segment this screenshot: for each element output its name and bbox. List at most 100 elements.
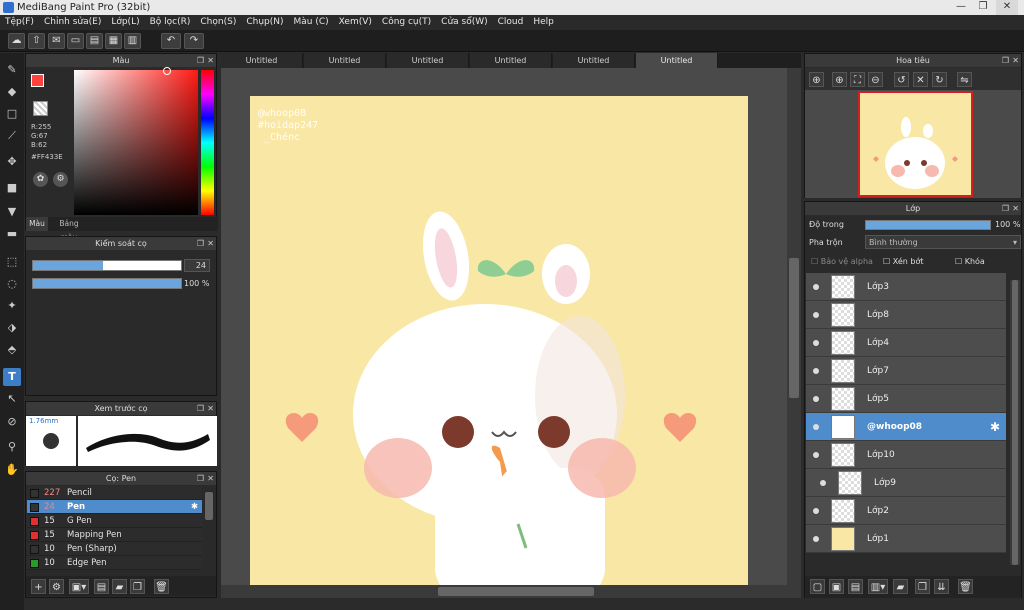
brush-size-slider[interactable] [32,260,182,271]
layer-item[interactable]: Lớp10 [806,441,1006,469]
close-icon[interactable]: ✕ [207,54,214,67]
flip-icon[interactable]: ⇋ [957,72,972,87]
add-layer-dropdown-icon[interactable]: ▥▾ [868,579,888,594]
redo-icon[interactable]: ↷ [184,33,204,49]
visibility-icon[interactable] [813,536,819,542]
layer-item[interactable]: Lớp1 [806,525,1006,553]
zoom-in-icon[interactable]: ⊕ [809,72,824,87]
gradient-tool-icon[interactable]: ▬ [3,225,21,243]
brush-file-icon[interactable]: ▤ [94,579,109,594]
text-tool-icon[interactable]: T [3,368,21,386]
layer-item[interactable]: Lớp8 [806,301,1006,329]
layer-item-selected[interactable]: @whoop08 ✱ [806,413,1006,441]
layer-opacity-slider[interactable] [865,220,991,230]
select-eraser-icon[interactable]: ⬘ [3,341,21,359]
close-icon[interactable]: ✕ [1012,202,1019,215]
zoom-out-icon[interactable]: ⊖ [868,72,883,87]
close-icon[interactable]: ✕ [207,472,214,485]
float-icon[interactable]: ❐ [1002,54,1009,67]
brush-tool-icon[interactable]: ✎ [3,61,21,79]
palette-icon[interactable]: ✿ [33,172,48,187]
menu-view[interactable]: Xem(V) [334,15,377,30]
menu-snap[interactable]: Chụp(N) [241,15,288,30]
zoom-in-icon[interactable]: ⊕ [832,72,847,87]
clipping-checkbox[interactable]: ☐ Xén bớt [883,257,923,266]
menu-layer[interactable]: Lớp(L) [106,15,144,30]
float-icon[interactable]: ❐ [1002,202,1009,215]
layer-item[interactable]: Lớp7 [806,357,1006,385]
chat-icon[interactable]: ▭ [67,33,84,49]
fill-rect-icon[interactable]: ■ [3,179,21,197]
protect-alpha-checkbox[interactable]: ☐ Bảo vệ alpha [811,257,873,266]
tab-palette[interactable]: Bảng màu [50,217,88,242]
eraser-tool-icon[interactable]: ◆ [3,83,21,101]
brush-size-value[interactable]: 24 [184,259,210,272]
navigator-preview[interactable] [805,90,1021,198]
brush-item[interactable]: 227 Pencil [27,486,202,500]
select-pen-icon[interactable]: ⬗ [3,319,21,337]
menu-help[interactable]: Help [528,15,559,30]
rotate-right-icon[interactable]: ↻ [932,72,947,87]
vertical-scrollbar[interactable] [787,68,801,585]
upload-icon[interactable]: ⇧ [28,33,45,49]
close-icon[interactable]: ✕ [207,237,214,250]
delete-layer-icon[interactable]: 🗑 [958,579,973,594]
lasso-tool-icon[interactable]: ◌ [3,275,21,293]
foreground-color-swatch[interactable] [31,74,44,87]
float-icon[interactable]: ❐ [197,237,204,250]
operation-tool-icon[interactable]: ↖ [3,390,21,408]
layer-item[interactable]: Lớp3 [806,273,1006,301]
minimize-button[interactable]: — [950,0,972,15]
add-brush-dropdown-icon[interactable]: ▣▾ [69,579,89,594]
layout-icon[interactable]: ▥ [124,33,141,49]
menu-file[interactable]: Tệp(F) [0,15,39,30]
brush-folder-icon[interactable]: ▰ [112,579,127,594]
color-settings-icon[interactable]: ⚙ [53,172,68,187]
saturation-value-picker[interactable] [74,70,198,215]
layer-folder-icon[interactable]: ▰ [893,579,908,594]
brush-settings-icon[interactable]: ⚙ [49,579,64,594]
brush-opacity-slider[interactable] [32,278,182,289]
fit-icon[interactable]: ⛶ [850,72,865,87]
float-icon[interactable]: ❐ [197,54,204,67]
new-1bit-layer-icon[interactable]: ▤ [848,579,863,594]
add-brush-icon[interactable]: + [31,579,46,594]
menu-cloud[interactable]: Cloud [493,15,529,30]
bucket-tool-icon[interactable]: ▼ [3,203,21,221]
visibility-icon[interactable] [813,452,819,458]
gear-icon[interactable]: ✱ [191,500,198,514]
layer-item[interactable]: Lớp5 [806,385,1006,413]
color-picker-cursor[interactable] [163,67,171,75]
rotate-left-icon[interactable]: ↺ [894,72,909,87]
maximize-button[interactable]: ❐ [972,0,994,15]
hand-tool-icon[interactable]: ✋ [3,461,21,479]
close-icon[interactable]: ✕ [1012,54,1019,67]
layer-item[interactable]: Lớp4 [806,329,1006,357]
tab-document[interactable]: Untitled [304,53,386,68]
visibility-icon[interactable] [813,396,819,402]
menu-filter[interactable]: Bộ lọc(R) [145,15,196,30]
close-icon[interactable]: ✕ [207,402,214,415]
drawing-canvas[interactable]: @whoop08 #hoidap247 _Chénc [250,96,748,586]
tab-document[interactable]: Untitled [470,53,552,68]
menu-color[interactable]: Màu (C) [289,15,334,30]
select-rect-icon[interactable]: ⬚ [3,253,21,271]
layer-item[interactable]: Lớp2 [806,497,1006,525]
rect-tool-icon[interactable]: □ [3,105,21,123]
brush-item-selected[interactable]: 24 Pen ✱ [27,500,202,514]
menu-edit[interactable]: Chỉnh sửa(E) [39,15,106,30]
document-icon[interactable]: ▤ [86,33,103,49]
layer-scrollbar[interactable] [1010,280,1020,565]
line-tool-icon[interactable]: ⟋ [3,127,21,145]
eyedropper-icon[interactable]: ⚲ [3,438,21,456]
duplicate-brush-icon[interactable]: ❐ [130,579,145,594]
tab-document[interactable]: Untitled [553,53,635,68]
brush-item[interactable]: 15 G Pen [27,514,202,528]
layer-item[interactable]: Lớp9 [806,469,1006,497]
blend-mode-select[interactable]: Bình thường ▾ [865,235,1021,249]
layer-scroll-thumb[interactable] [1012,280,1018,565]
brush-item[interactable]: 15 Mapping Pen [27,528,202,542]
transparent-color-swatch[interactable] [33,101,48,116]
divide-tool-icon[interactable]: ⊘ [3,413,21,431]
visibility-icon[interactable] [813,340,819,346]
